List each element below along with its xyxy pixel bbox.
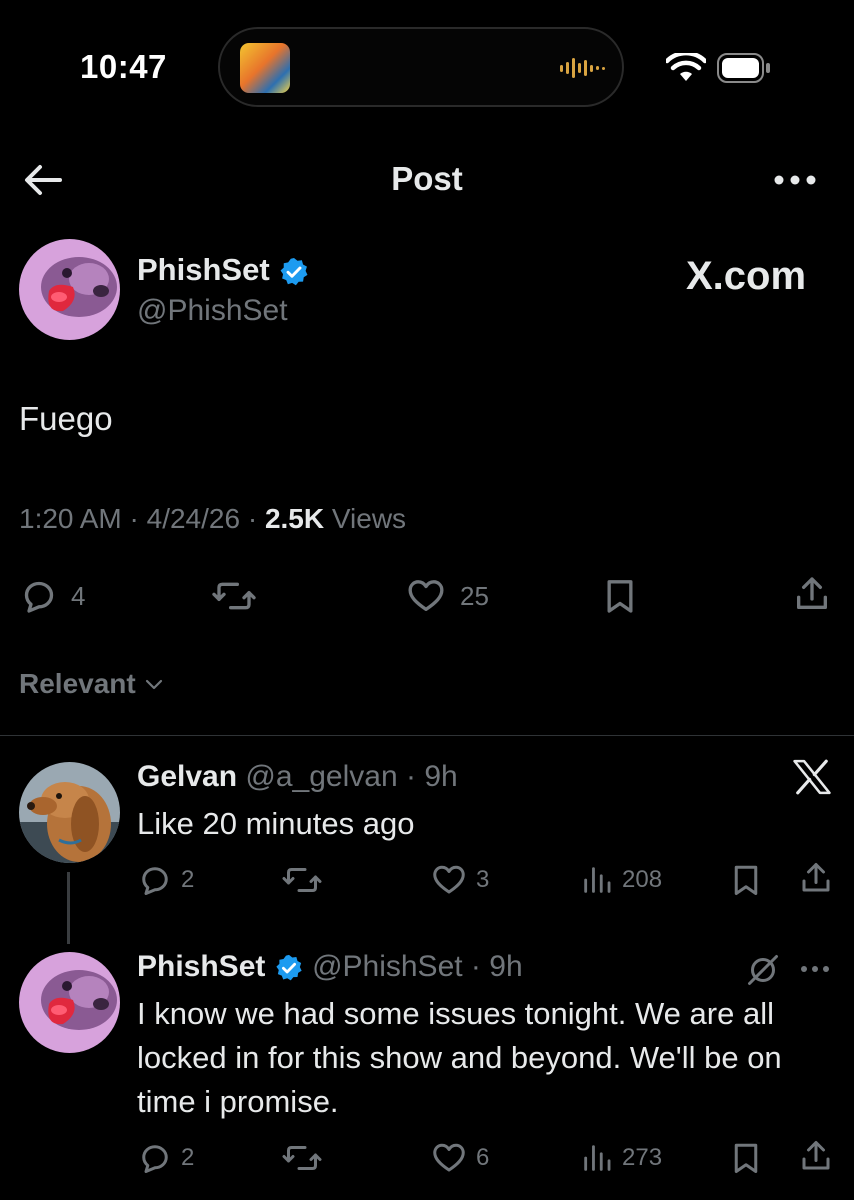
divider [0, 735, 854, 736]
share-button[interactable] [798, 860, 834, 896]
verified-badge-icon [274, 953, 304, 983]
reply-text: Like 20 minutes ago [137, 806, 415, 841]
meta-separator: · [462, 950, 490, 983]
bookmark-icon [600, 576, 640, 616]
share-icon [792, 574, 832, 614]
thread-line [67, 872, 70, 944]
now-playing-artwork[interactable] [240, 43, 290, 93]
reply-text: I know we had some issues tonight. We ar… [137, 996, 782, 1119]
chevron-down-icon [142, 672, 166, 696]
bookmark-icon [728, 1140, 764, 1176]
like-button[interactable]: 25 [404, 576, 489, 616]
reply-button[interactable]: 4 [19, 576, 85, 616]
reply-count: 4 [71, 580, 86, 611]
reply-button[interactable]: 2 [137, 862, 194, 898]
repost-button[interactable] [282, 862, 322, 898]
x-com-watermark: X.com [686, 254, 807, 298]
more-icon[interactable] [800, 965, 830, 973]
post-date: 4/24/26 [146, 503, 241, 534]
reply-age[interactable]: 9h [489, 950, 522, 983]
like-count: 3 [476, 866, 490, 893]
like-count: 25 [460, 580, 489, 611]
bookmark-button[interactable] [728, 862, 764, 898]
sort-dropdown[interactable]: Relevant [19, 668, 166, 700]
views-label[interactable]: Views [332, 503, 406, 534]
bookmark-icon [728, 862, 764, 898]
views-count: 208 [622, 866, 663, 893]
reply-author-name[interactable]: PhishSet [137, 950, 265, 983]
reply-author-handle[interactable]: @PhishSet [312, 950, 463, 983]
like-icon [430, 1140, 468, 1176]
page-title: Post [391, 160, 463, 197]
reply-icon [137, 1140, 173, 1176]
reply-count: 2 [181, 866, 195, 893]
views-button[interactable]: 273 [580, 1140, 662, 1176]
meta-separator: · [247, 503, 265, 534]
share-button[interactable] [792, 574, 832, 614]
repost-button[interactable] [212, 576, 256, 616]
reply-avatar[interactable] [19, 952, 120, 1053]
post-text: Fuego [19, 400, 113, 437]
like-button[interactable]: 3 [430, 862, 489, 898]
reply-author-handle[interactable]: @a_gelvan [245, 760, 397, 793]
views-icon [580, 1140, 614, 1176]
x-logo-icon [793, 759, 831, 795]
like-button[interactable]: 6 [430, 1140, 489, 1176]
share-icon [798, 1138, 834, 1174]
reply-header: PhishSet @PhishSet · 9h [137, 950, 523, 984]
views-count[interactable]: 2.5K [265, 503, 324, 534]
author-name[interactable]: PhishSet [137, 252, 310, 288]
like-icon [404, 576, 448, 616]
verified-badge-icon [278, 256, 310, 288]
reply-avatar[interactable] [19, 762, 120, 863]
battery-icon [716, 52, 772, 84]
meta-separator: · [129, 503, 147, 534]
reply-count: 2 [181, 1144, 195, 1171]
reply-age[interactable]: 9h [424, 760, 457, 793]
repost-icon [212, 576, 256, 616]
bookmark-button[interactable] [600, 576, 640, 616]
views-count: 273 [622, 1144, 663, 1171]
waveform-icon [558, 57, 606, 79]
share-button[interactable] [798, 1138, 834, 1174]
reply-icon [19, 576, 59, 616]
avatar[interactable] [19, 239, 120, 340]
author-handle[interactable]: @PhishSet [137, 294, 288, 328]
share-icon [798, 860, 834, 896]
like-icon [430, 862, 468, 898]
author-name-text[interactable]: PhishSet [137, 252, 270, 287]
post-meta: 1:20 AM · 4/24/26 · 2.5K Views [19, 503, 406, 535]
wifi-icon [666, 53, 706, 83]
repost-icon [282, 1140, 322, 1176]
sort-label[interactable]: Relevant [19, 668, 136, 700]
repost-button[interactable] [282, 1140, 322, 1176]
meta-separator: · [397, 760, 425, 793]
status-time: 10:47 [80, 48, 167, 85]
reply-author-name[interactable]: Gelvan [137, 760, 237, 793]
hide-icon[interactable] [745, 952, 781, 988]
post-time: 1:20 AM [19, 503, 122, 534]
bookmark-button[interactable] [728, 1140, 764, 1176]
repost-icon [282, 862, 322, 898]
reply-button[interactable]: 2 [137, 1140, 194, 1176]
reply-icon [137, 862, 173, 898]
views-button[interactable]: 208 [580, 862, 662, 898]
more-icon[interactable] [774, 175, 816, 185]
views-icon [580, 862, 614, 898]
reply-header: Gelvan @a_gelvan · 9h [137, 760, 458, 794]
like-count: 6 [476, 1144, 490, 1171]
